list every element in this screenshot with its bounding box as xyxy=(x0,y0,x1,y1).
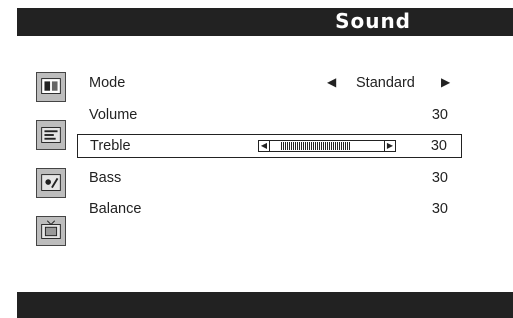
setup-icon[interactable] xyxy=(36,168,66,198)
slider-fill xyxy=(281,142,351,150)
treble-value: 30 xyxy=(430,138,447,154)
slider-right-arrow-icon[interactable]: ▶ xyxy=(384,141,395,151)
menu-row-treble[interactable]: Treble ◀ ▶ 30 xyxy=(77,134,462,158)
tv-icon[interactable] xyxy=(36,216,66,246)
menu-row-mode[interactable]: Mode ◀ Standard ▶ xyxy=(77,72,462,96)
mode-label: Mode xyxy=(89,75,126,91)
treble-label: Treble xyxy=(90,138,131,154)
mode-value: Standard xyxy=(356,75,415,91)
balance-label: Balance xyxy=(89,201,142,217)
sound-icon[interactable] xyxy=(36,120,66,150)
treble-slider[interactable]: ◀ ▶ xyxy=(258,140,396,152)
bass-value: 30 xyxy=(431,170,448,186)
mode-prev-arrow-icon[interactable]: ◀ xyxy=(327,75,336,89)
picture-icon[interactable] xyxy=(36,72,66,102)
slider-track xyxy=(270,141,384,151)
balance-value: 30 xyxy=(431,201,448,217)
slider-left-arrow-icon[interactable]: ◀ xyxy=(259,141,270,151)
page-title: Sound xyxy=(335,9,411,33)
menu-footer-bar xyxy=(17,292,513,318)
bass-label: Bass xyxy=(89,170,122,186)
menu-row-volume[interactable]: Volume 30 xyxy=(77,104,462,128)
menu-row-balance[interactable]: Balance 30 xyxy=(77,198,462,222)
menu-row-bass[interactable]: Bass 30 xyxy=(77,167,462,191)
volume-label: Volume xyxy=(89,107,138,123)
menu-title-bar: Sound xyxy=(17,8,513,36)
volume-value: 30 xyxy=(431,107,448,123)
mode-next-arrow-icon[interactable]: ▶ xyxy=(441,75,450,89)
